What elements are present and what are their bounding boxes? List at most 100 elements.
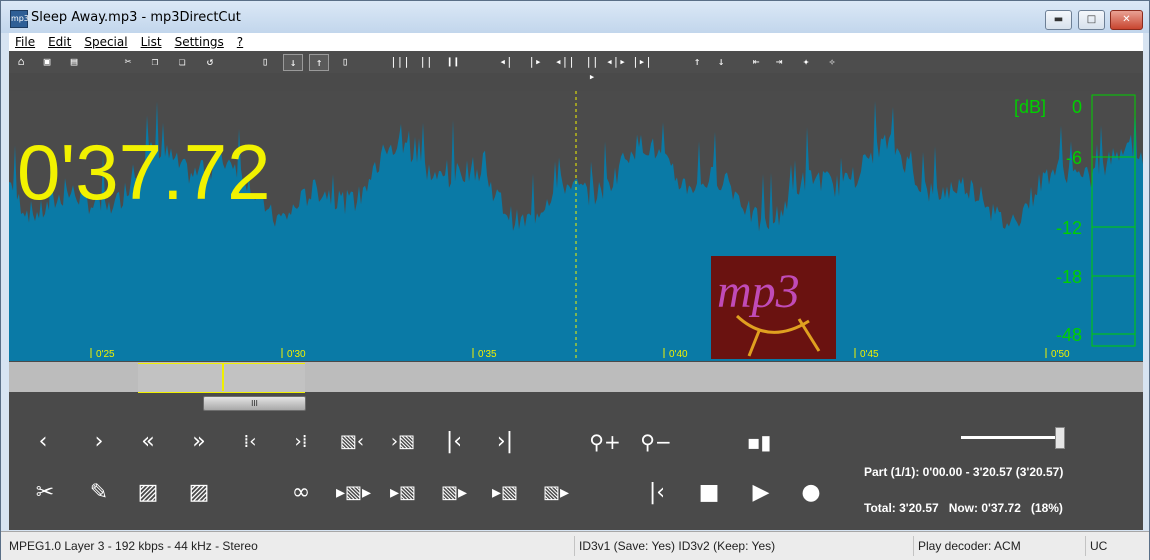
cue-all-icon[interactable]: |▸|: [631, 54, 653, 69]
select-to-start-icon[interactable]: ▧‹: [336, 426, 368, 458]
minimize-button[interactable]: ▬: [1045, 10, 1072, 30]
loop-icon[interactable]: ∞: [285, 477, 317, 509]
save-icon[interactable]: ▣: [37, 54, 57, 69]
menu-help[interactable]: ?: [231, 33, 250, 49]
app-window: mp3 Sleep Away.mp3 - mp3DirectCut ▬ □ ✕ …: [0, 0, 1150, 560]
time-tick-label: 0'35: [478, 349, 497, 360]
menu-bar: File Edit Special List Settings?: [9, 33, 1143, 51]
cue-left-icon[interactable]: ◂|: [497, 54, 515, 69]
time-tick-label: 0'40: [669, 349, 688, 360]
db-label: [dB]: [1014, 97, 1046, 117]
status-mode: UC: [1085, 536, 1145, 556]
close-button[interactable]: ✕: [1110, 10, 1143, 30]
marker-remove-icon[interactable]: ✧: [824, 54, 840, 69]
marker-add-icon[interactable]: ✦: [798, 54, 814, 69]
doc-up-icon[interactable]: ↑: [309, 54, 329, 71]
cue-prev-icon[interactable]: ◂||: [555, 54, 575, 69]
db-scale-label: -6: [1066, 148, 1082, 168]
time-tick-label: 0'45: [860, 349, 879, 360]
total-label: Total: 3'20.57: [864, 501, 939, 515]
window-title: Sleep Away.mp3 - mp3DirectCut: [31, 10, 241, 25]
cue-right-icon[interactable]: |▸: [526, 54, 544, 69]
play-icon[interactable]: ▶: [745, 477, 777, 509]
menu-list[interactable]: List: [135, 33, 169, 49]
go-to-end-icon[interactable]: ›|: [489, 426, 521, 458]
start-of-selection-icon[interactable]: ⁞‹: [234, 426, 266, 458]
status-id3: ID3v1 (Save: Yes) ID3v2 (Keep: Yes): [574, 536, 914, 556]
stop-icon[interactable]: ■: [693, 477, 725, 509]
document-icon[interactable]: ▯: [258, 54, 272, 69]
menu-file[interactable]: File: [9, 33, 42, 49]
doc-down-icon[interactable]: ↓: [283, 54, 303, 71]
marker-start-icon[interactable]: ⇤: [748, 54, 764, 69]
db-scale-label: -18: [1056, 267, 1082, 287]
rewind-icon[interactable]: «: [132, 426, 164, 458]
pencil-icon[interactable]: ✎: [83, 477, 115, 509]
select-to-end-icon[interactable]: ›▧: [387, 426, 419, 458]
skip-to-start-icon[interactable]: |‹: [641, 477, 673, 509]
play-from-icon[interactable]: ▸▧: [387, 477, 419, 509]
editor-area: ⌂ ▣ ▤ ✂ ❐ ❏ ↺ ▯ ↓ ↑ ▯ ||| || ❙❙ ◂| |▸ ◂|…: [9, 51, 1143, 530]
percent-label: (18%): [1030, 501, 1063, 515]
cue-next-icon[interactable]: ||▸: [583, 54, 601, 83]
maximize-button[interactable]: □: [1078, 10, 1105, 30]
end-of-selection-icon[interactable]: ›⁞: [285, 426, 317, 458]
cut-icon[interactable]: ✂: [120, 54, 136, 69]
menu-settings[interactable]: Settings: [169, 33, 231, 49]
time-tick-label: 0'25: [96, 349, 115, 360]
save-list-icon[interactable]: ▤: [64, 54, 84, 69]
fast-forward-icon[interactable]: »: [183, 426, 215, 458]
play-to-end-icon[interactable]: ▸▧: [489, 477, 521, 509]
volume-slider-track[interactable]: [961, 436, 1061, 439]
logo-text: mp3: [717, 265, 800, 318]
doc-mark-icon[interactable]: ▯: [338, 54, 352, 69]
fade-in-icon[interactable]: ▨: [132, 477, 164, 509]
status-decoder: Play decoder: ACM: [913, 536, 1083, 556]
toolbar: ⌂ ▣ ▤ ✂ ❐ ❏ ↺ ▯ ↓ ↑ ▯ ||| || ❙❙ ◂| |▸ ◂|…: [9, 51, 1143, 83]
prev-icon[interactable]: ‹: [27, 426, 59, 458]
undo-icon[interactable]: ↺: [202, 54, 218, 69]
cue-grid-icon[interactable]: ||: [418, 54, 434, 69]
pause-marker-icon[interactable]: ▪▮: [743, 426, 775, 458]
cue-split-icon[interactable]: |||: [389, 54, 411, 69]
part-info: Part (1/1): 0'00.00 - 3'20.57 (3'20.57): [864, 465, 1064, 479]
play-region-icon[interactable]: ▧▸: [438, 477, 470, 509]
playback-cursor[interactable]: [222, 363, 224, 391]
waveform[interactable]: 0'25 0'30 0'35 0'40 0'45 0'50 0'37.72 mp…: [9, 91, 1143, 361]
marker-up-icon[interactable]: ↑: [689, 54, 705, 69]
mp3-logo: mp3: [711, 256, 836, 359]
fade-out-icon[interactable]: ▨: [183, 477, 215, 509]
volume-slider-knob[interactable]: [1055, 427, 1065, 449]
paste-icon[interactable]: ❏: [174, 54, 190, 69]
status-format: MPEG1.0 Layer 3 - 192 kbps - 44 kHz - St…: [9, 539, 258, 553]
db-scale-label: -48: [1056, 325, 1082, 345]
status-bar: MPEG1.0 Layer 3 - 192 kbps - 44 kHz - St…: [1, 531, 1149, 560]
play-end-icon[interactable]: ▧▸: [540, 477, 572, 509]
open-icon[interactable]: ⌂: [13, 54, 29, 69]
cue-both-icon[interactable]: ◂|▸: [605, 54, 627, 69]
menu-special[interactable]: Special: [78, 33, 134, 49]
marker-end-icon[interactable]: ⇥: [771, 54, 787, 69]
total-time: Total: 3'20.57 Now: 0'37.72 (18%): [864, 501, 1063, 515]
marker-down-icon[interactable]: ↓: [713, 54, 729, 69]
go-to-start-icon[interactable]: |‹: [438, 426, 470, 458]
title-bar: mp3 Sleep Away.mp3 - mp3DirectCut ▬ □ ✕: [1, 1, 1149, 33]
menu-edit[interactable]: Edit: [42, 33, 78, 49]
waveform-graph[interactable]: 0'25 0'30 0'35 0'40 0'45 0'50 0'37.72 mp…: [9, 91, 1143, 361]
db-scale-label: -12: [1056, 218, 1082, 238]
zoom-in-icon[interactable]: ⚲+: [589, 426, 621, 458]
play-selection-icon[interactable]: ▸▧▸: [336, 477, 371, 509]
timeline-overview[interactable]: [9, 362, 1143, 393]
pause-icon[interactable]: ❙❙: [445, 54, 461, 69]
now-label: Now: 0'37.72: [948, 501, 1021, 515]
copy-icon[interactable]: ❐: [147, 54, 163, 69]
time-tick-label: 0'30: [287, 349, 306, 360]
app-icon: mp3: [10, 10, 29, 28]
cut-icon[interactable]: ✂: [29, 477, 61, 509]
record-icon[interactable]: ●: [795, 477, 827, 509]
zoom-out-icon[interactable]: ⚲−: [640, 426, 672, 458]
next-icon[interactable]: ›: [83, 426, 115, 458]
scroll-thumb[interactable]: III: [203, 396, 306, 411]
time-display: 0'37.72: [17, 128, 270, 216]
db-scale-label: 0: [1072, 97, 1082, 117]
